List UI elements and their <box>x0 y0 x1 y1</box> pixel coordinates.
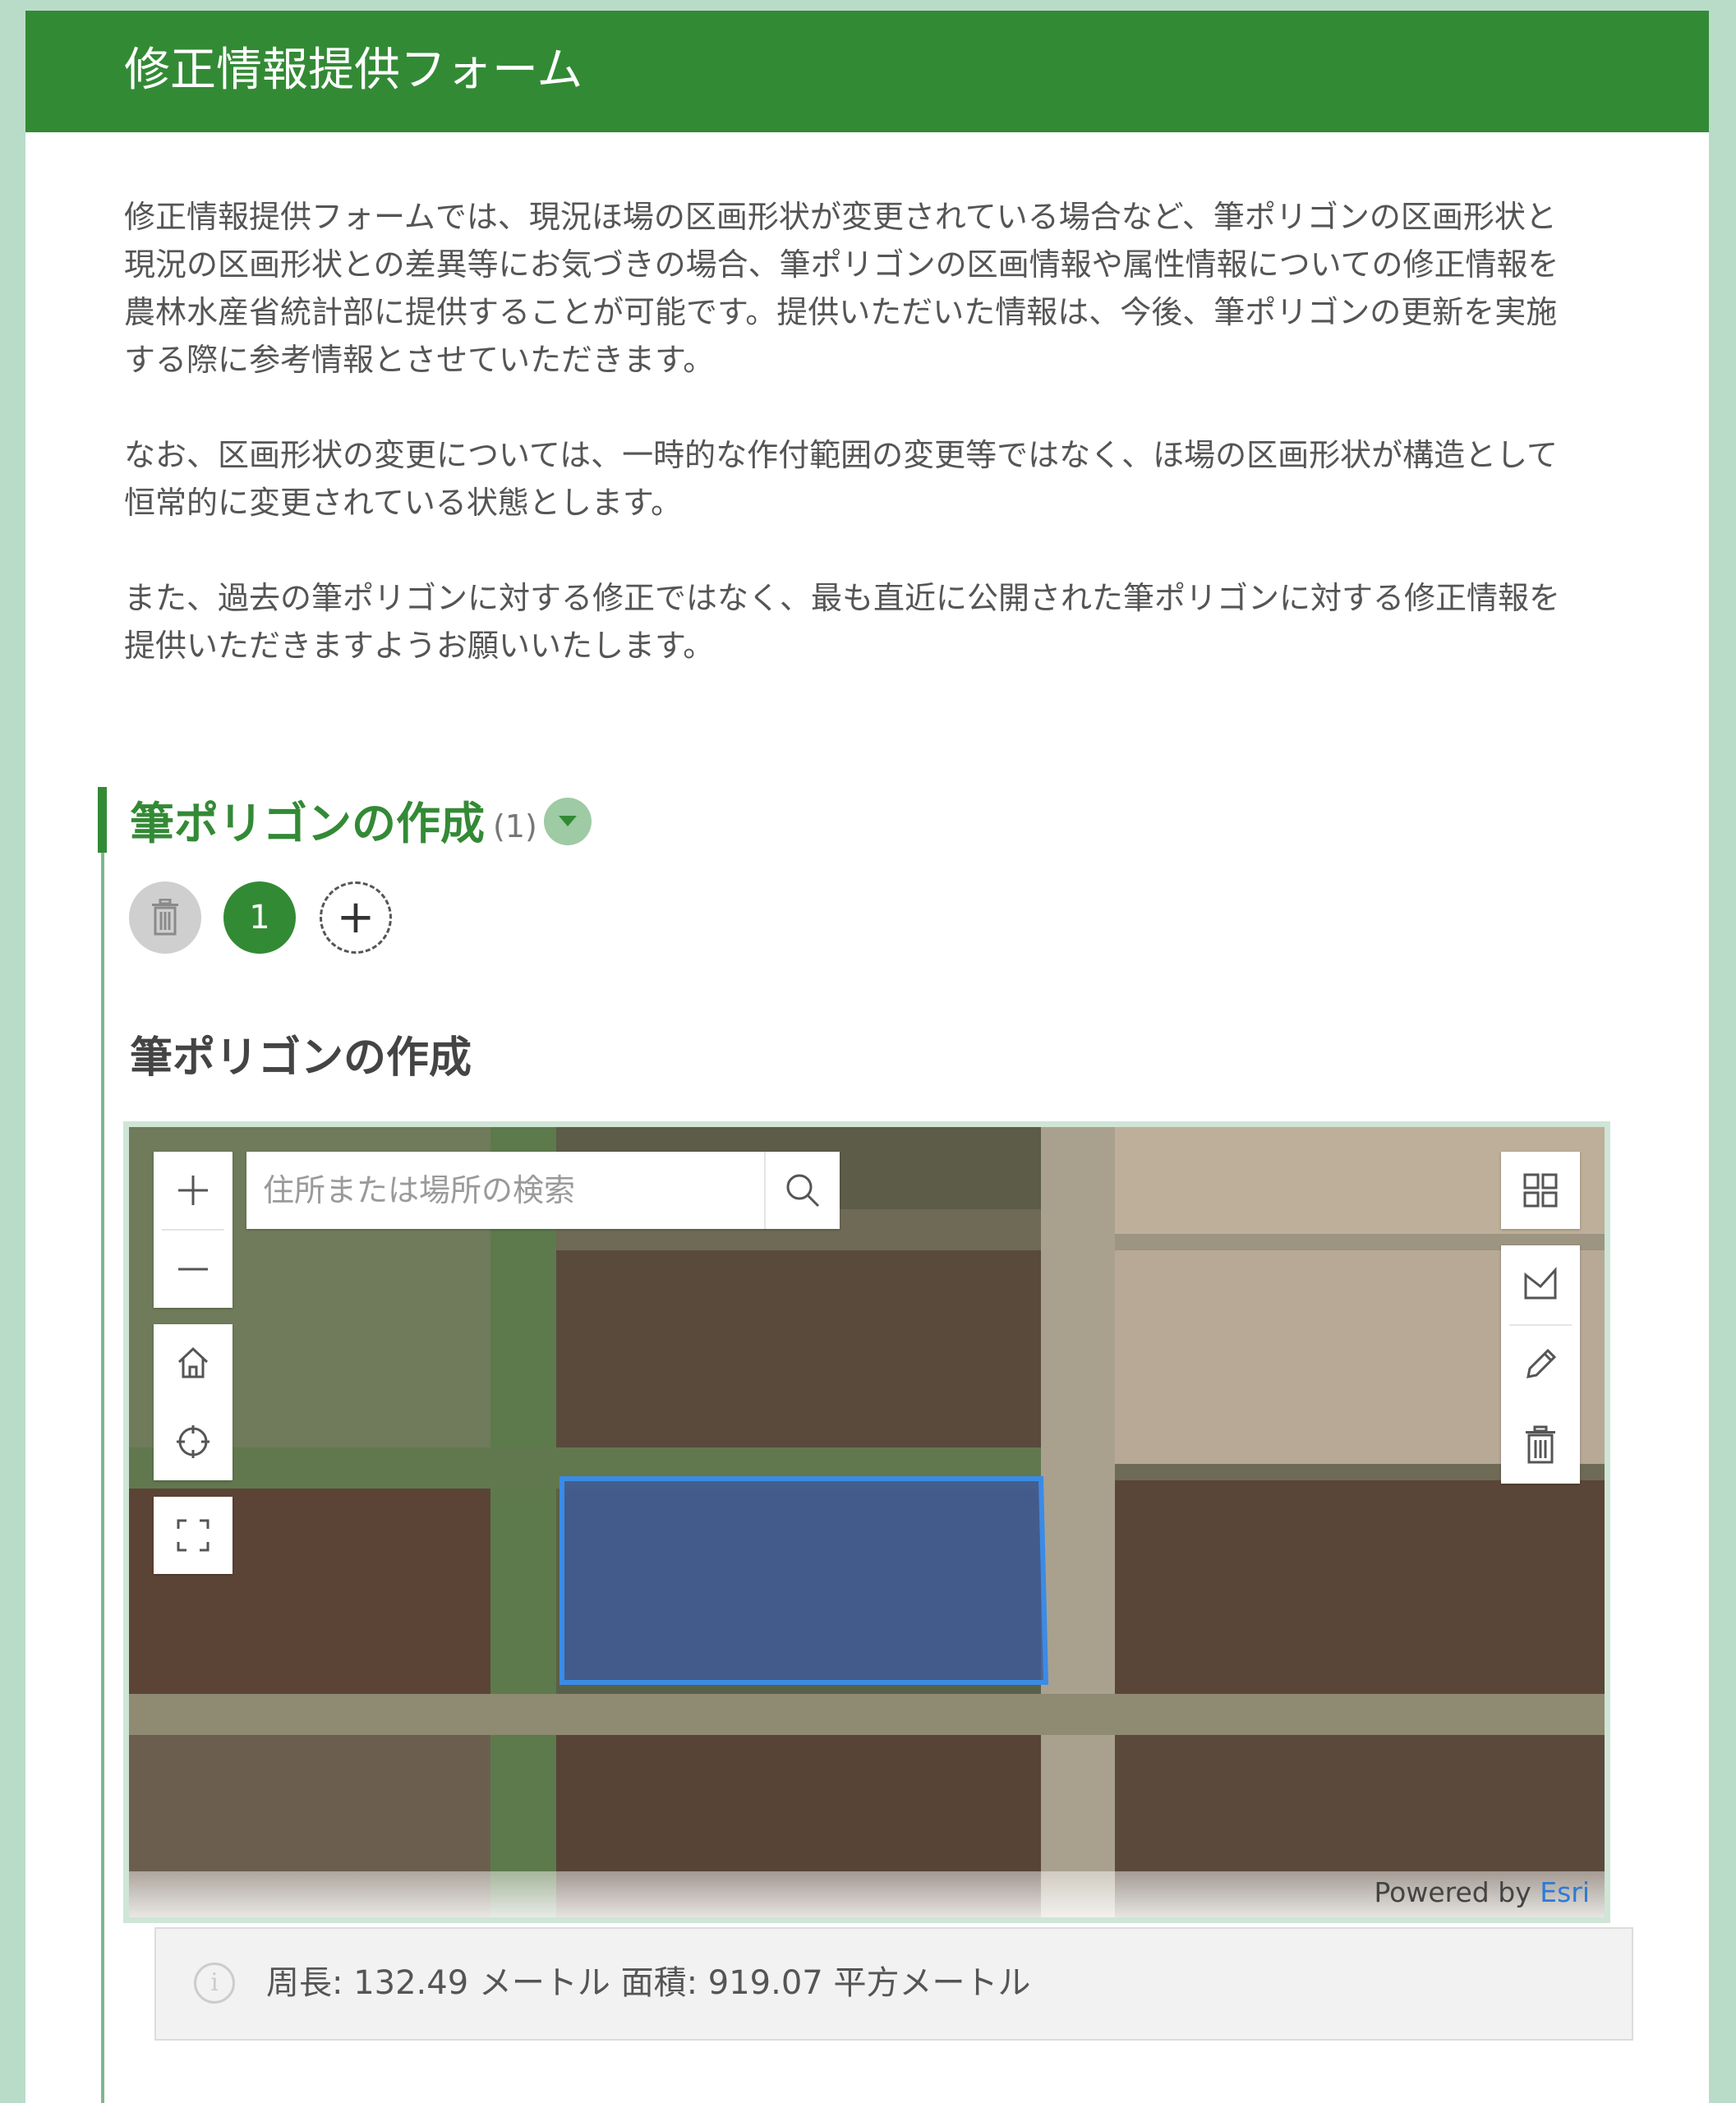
zoom-out-icon <box>178 1268 208 1271</box>
fullscreen-control <box>154 1497 233 1574</box>
delete-feature-button[interactable] <box>1501 1406 1580 1484</box>
draw-polygon-icon <box>1524 1267 1557 1300</box>
zoom-controls <box>154 1152 233 1308</box>
search-input[interactable] <box>246 1152 764 1229</box>
draw-polygon-button[interactable] <box>1501 1245 1580 1323</box>
map-attribution: Powered by Esri <box>129 1871 1605 1917</box>
intro-paragraph-2: なお、区画形状の変更については、一時的な作付範囲の変更等ではなく、ほ場の区画形状… <box>124 437 1558 521</box>
fullscreen-button[interactable] <box>154 1497 233 1574</box>
basemap-gallery-control <box>1501 1152 1580 1229</box>
measurement-text: 周長: 132.49 メートル 面積: 919.07 平方メートル <box>266 1964 1031 2002</box>
attribution-text: Powered by Esri <box>1374 1876 1590 1908</box>
basemap-gallery-icon <box>1523 1173 1558 1208</box>
locate-icon <box>177 1425 210 1458</box>
search-button[interactable] <box>764 1152 840 1229</box>
intro-paragraph-1: 修正情報提供フォームでは、現況ほ場の区画形状が変更されている場合など、筆ポリゴン… <box>124 199 1559 378</box>
locate-button[interactable] <box>154 1403 233 1480</box>
sketch-controls <box>1501 1245 1580 1484</box>
section-title-text: 筆ポリゴンの作成 <box>130 798 485 849</box>
navigation-controls <box>154 1324 233 1480</box>
zoom-in-button[interactable] <box>154 1152 233 1229</box>
section-title: 筆ポリゴンの作成 (1) <box>130 795 592 855</box>
home-icon <box>177 1346 209 1378</box>
form-description: 修正情報提供フォームでは、現況ほ場の区画形状が変更されている場合など、筆ポリゴン… <box>124 193 1586 717</box>
question-label: 筆ポリゴンの作成 <box>130 1033 472 1083</box>
drawn-polygon[interactable] <box>129 1127 1605 1917</box>
info-icon: i <box>194 1963 235 2004</box>
measurement-bar: i 周長: 132.49 メートル 面積: 919.07 平方メートル <box>154 1927 1633 2041</box>
zoom-in-icon <box>178 1176 208 1205</box>
trash-icon <box>1526 1425 1555 1464</box>
trash-icon <box>152 898 178 936</box>
map-view[interactable]: Powered by Esri <box>129 1127 1605 1917</box>
section-accent-line <box>101 853 104 2103</box>
search-icon <box>786 1174 820 1208</box>
form-card: 修正情報提供フォーム 修正情報提供フォームでは、現況ほ場の区画形状が変更されてい… <box>25 11 1709 2103</box>
attribution-prefix: Powered by <box>1374 1876 1540 1908</box>
fullscreen-icon <box>177 1519 210 1552</box>
chevron-down-icon[interactable] <box>543 798 592 846</box>
section-accent-bar <box>98 787 107 853</box>
map-frame: Powered by Esri <box>123 1121 1610 1923</box>
form-title: 修正情報提供フォーム <box>124 44 583 97</box>
basemap-gallery-button[interactable] <box>1501 1152 1580 1229</box>
add-record-button[interactable]: + <box>320 881 392 954</box>
edit-pencil-icon <box>1526 1348 1557 1378</box>
zoom-out-button[interactable] <box>154 1231 233 1308</box>
delete-record-button[interactable] <box>129 881 201 954</box>
plus-icon: + <box>336 890 375 944</box>
form-header: 修正情報提供フォーム <box>25 11 1709 132</box>
section-count: (1) <box>493 808 537 845</box>
map-search <box>246 1152 840 1229</box>
esri-link[interactable]: Esri <box>1540 1876 1590 1908</box>
edit-button[interactable] <box>1501 1326 1580 1403</box>
intro-paragraph-3: また、過去の筆ポリゴンに対する修正ではなく、最も直近に公開された筆ポリゴンに対す… <box>124 580 1561 664</box>
home-button[interactable] <box>154 1324 233 1401</box>
record-page-1-button[interactable]: 1 <box>223 881 296 954</box>
